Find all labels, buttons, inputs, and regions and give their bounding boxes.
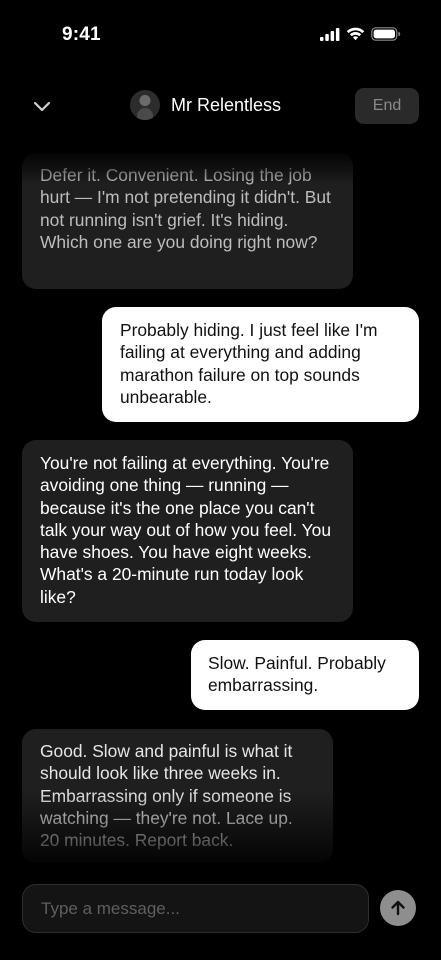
send-button[interactable] (380, 890, 416, 926)
message-bubble-outgoing: Slow. Painful. Probably embarrassing. (191, 640, 419, 710)
contact-header[interactable]: Mr Relentless (130, 90, 281, 120)
status-icons (320, 27, 401, 41)
end-button[interactable]: End (355, 88, 419, 124)
arrow-up-icon (391, 900, 405, 916)
avatar (130, 90, 160, 120)
message-composer (22, 884, 369, 933)
chevron-down-icon[interactable] (30, 96, 54, 116)
contact-name: Mr Relentless (171, 94, 282, 115)
message-bubble-incoming: You're not failing at everything. You're… (22, 440, 353, 622)
chat-screen: 9:41 Mr Relentless End Defer it. Conveni… (0, 0, 441, 960)
wifi-icon (346, 27, 365, 41)
status-time: 9:41 (62, 24, 101, 45)
message-bubble-incoming: Good. Slow and painful is what it should… (22, 729, 333, 863)
battery-icon (371, 27, 401, 41)
message-bubble-outgoing: Probably hiding. I just feel like I'm fa… (102, 307, 419, 422)
message-input[interactable] (23, 885, 368, 932)
message-bubble-incoming: Defer it. Convenient. Losing the job hur… (22, 153, 353, 289)
cellular-signal-icon (320, 27, 340, 41)
